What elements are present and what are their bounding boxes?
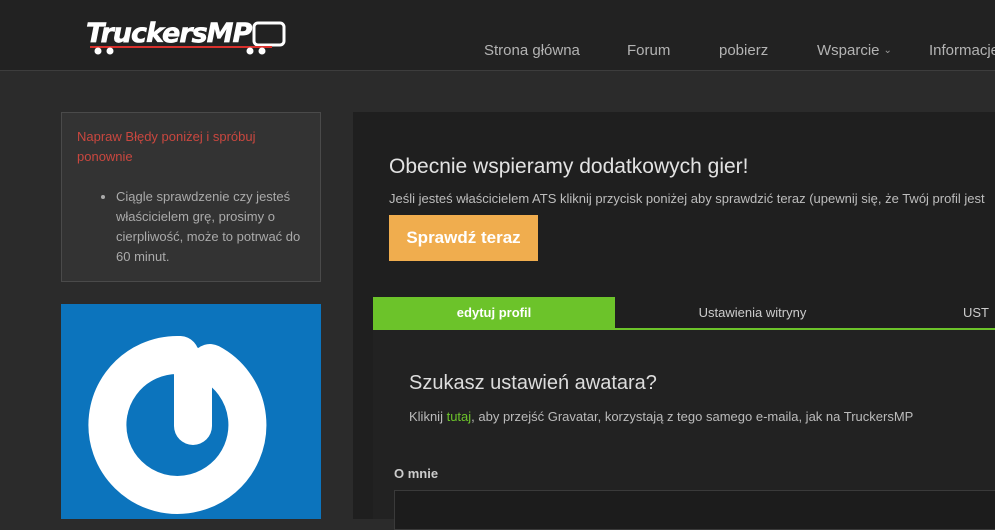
nav-forum[interactable]: Forum — [627, 42, 670, 59]
gravatar-hint-suffix: , aby przejść Gravatar, korzystają z teg… — [471, 409, 914, 424]
top-navbar: TruckersMP Strona główna Forum pobierz W… — [0, 0, 995, 71]
avatar[interactable] — [61, 304, 321, 519]
gravatar-hint-prefix: Kliknij — [409, 409, 447, 424]
page-heading: Obecnie wspieramy dodatkowych gier! — [389, 155, 749, 178]
nav-home[interactable]: Strona główna — [484, 42, 580, 59]
nav-info[interactable]: Informacje — [929, 42, 995, 59]
profile-tabs: edytuj profil Ustawienia witryny UST — [373, 297, 995, 330]
nav-download[interactable]: pobierz — [719, 42, 768, 59]
error-alert: Napraw Błędy poniżej i spróbuj ponownie … — [61, 112, 321, 282]
error-title: Napraw Błędy poniżej i spróbuj ponownie — [77, 129, 256, 164]
gravatar-link[interactable]: tutaj — [447, 409, 472, 424]
check-now-button[interactable]: Sprawdź teraz — [389, 215, 538, 261]
about-me-textarea[interactable] — [394, 490, 995, 530]
main-content: Obecnie wspieramy dodatkowych gier! Jeśl… — [353, 112, 995, 530]
nav-support-label: Wsparcie — [817, 42, 880, 59]
tab-settings-extra[interactable]: UST — [963, 297, 995, 328]
ats-notice: Jeśli jesteś właścicielem ATS kliknij pr… — [389, 191, 985, 206]
tab-site-settings[interactable]: Ustawienia witryny — [615, 297, 890, 328]
error-item: Ciągle sprawdzenie czy jesteś właściciel… — [116, 187, 316, 267]
chevron-down-icon: ⌄ — [883, 45, 892, 56]
nav-support[interactable]: Wsparcie ⌄ — [817, 42, 892, 59]
tab-edit-profile[interactable]: edytuj profil — [373, 297, 615, 328]
edit-profile-panel: Szukasz ustawień awatara? Kliknij tutaj,… — [373, 330, 995, 530]
avatar-settings-title: Szukasz ustawień awatara? — [409, 372, 657, 394]
error-list: Ciągle sprawdzenie czy jesteś właściciel… — [100, 187, 316, 267]
gravatar-hint: Kliknij tutaj, aby przejść Gravatar, kor… — [409, 409, 913, 424]
gravatar-icon — [88, 335, 267, 514]
about-me-label: O mnie — [394, 466, 439, 481]
main-nav: Strona główna Forum pobierz Wsparcie ⌄ In… — [0, 42, 995, 62]
